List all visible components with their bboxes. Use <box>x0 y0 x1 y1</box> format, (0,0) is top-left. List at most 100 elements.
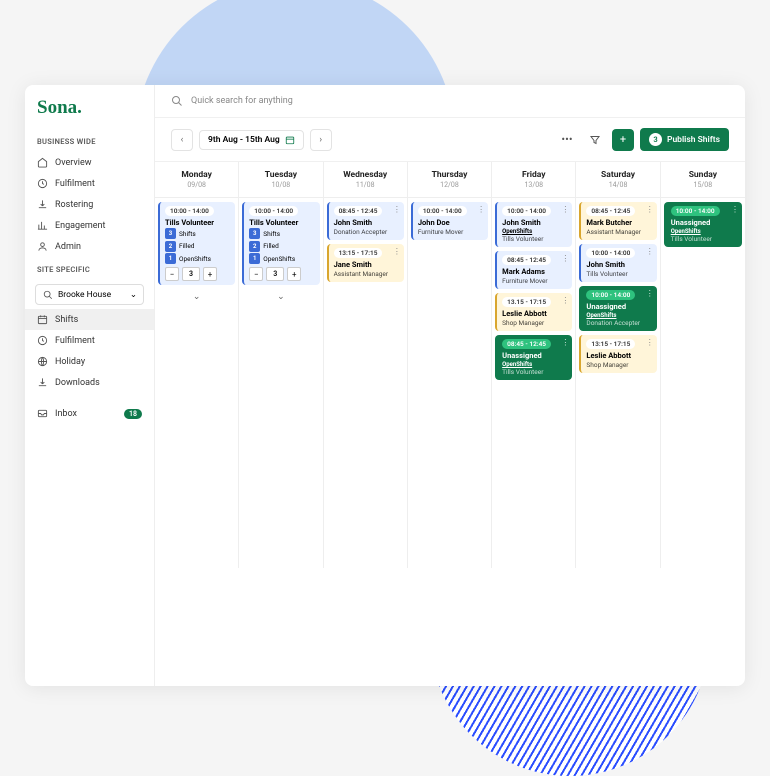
sidebar: Sona. BUSINESS WIDE Overview Fulfilment … <box>25 85 155 686</box>
card-menu-icon[interactable]: ⋮ <box>561 254 569 263</box>
day-name: Saturday <box>580 170 655 180</box>
day-date: 10/08 <box>243 181 318 189</box>
stat-badge: 1 <box>249 253 260 264</box>
stat-badge: 2 <box>249 241 260 252</box>
sidebar-item-label: Inbox <box>55 409 77 419</box>
date-range-label: 9th Aug - 15th Aug <box>208 135 280 145</box>
card-menu-icon[interactable]: ⋮ <box>646 289 654 298</box>
publish-shifts-button[interactable]: 3 Publish Shifts <box>640 128 729 151</box>
sidebar-item-holiday[interactable]: Holiday <box>25 351 154 372</box>
stat-badge: 2 <box>165 241 176 252</box>
openshifts-label: OpenShifts <box>586 312 651 319</box>
expand-button[interactable]: ⌄ <box>242 289 319 305</box>
sidebar-item-admin[interactable]: Admin <box>25 236 154 257</box>
calendar-body: 10:00 - 14:00 Tills Volunteer3Shifts2Fill… <box>155 198 745 568</box>
prev-week-button[interactable]: ‹ <box>171 129 193 151</box>
card-menu-icon[interactable]: ⋮ <box>731 205 739 214</box>
card-title: Mark Adams <box>502 267 567 276</box>
day-column[interactable]: 10:00 - 14:00⋮John DoeFurniture Mover <box>408 198 492 568</box>
card-menu-icon[interactable]: ⋮ <box>561 338 569 347</box>
card-subtitle: Donation Accepter <box>334 228 399 236</box>
card-menu-icon[interactable]: ⋮ <box>393 205 401 214</box>
card-title: Unassigned <box>671 218 737 227</box>
publish-count-badge: 3 <box>649 133 662 146</box>
sidebar-item-fulfilment[interactable]: Fulfilment <box>25 173 154 194</box>
day-header: Saturday14/08 <box>576 162 660 197</box>
time-pill: 10:00 - 14:00 <box>586 290 635 300</box>
shift-card[interactable]: 10:00 - 14:00⋮UnassignedOpenShiftsTills … <box>664 202 742 247</box>
calendar-grid: Monday09/08Tuesday10/08Wednesday11/08Thu… <box>155 162 745 686</box>
card-menu-icon[interactable]: ⋮ <box>646 205 654 214</box>
card-menu-icon[interactable]: ⋮ <box>561 296 569 305</box>
day-date: 14/08 <box>580 181 655 189</box>
stepper-value: 3 <box>182 267 200 281</box>
card-menu-icon[interactable]: ⋮ <box>646 247 654 256</box>
time-pill: 08:45 - 12:45 <box>586 206 635 216</box>
expand-button[interactable]: ⌄ <box>158 289 235 305</box>
shift-card[interactable]: 08:45 - 12:45⋮UnassignedOpenShiftsTills … <box>495 335 572 380</box>
date-range-selector[interactable]: 9th Aug - 15th Aug <box>199 130 304 150</box>
shift-card[interactable]: 10:00 - 14:00 Tills Volunteer3Shifts2Fill… <box>158 202 235 285</box>
filter-button[interactable] <box>584 129 606 151</box>
logo: Sona. <box>25 97 154 129</box>
inbox-count-badge: 18 <box>124 409 142 419</box>
card-menu-icon[interactable]: ⋮ <box>393 247 401 256</box>
day-name: Sunday <box>665 170 741 180</box>
shift-card[interactable]: 10:00 - 14:00⋮John SmithOpenShiftsTills … <box>495 202 572 247</box>
time-pill: 10:00 - 14:00 <box>249 206 298 216</box>
more-button[interactable]: ••• <box>556 129 578 151</box>
sidebar-item-shifts[interactable]: Shifts <box>25 309 154 330</box>
time-pill: 10:00 - 14:00 <box>586 248 635 258</box>
home-icon <box>37 157 48 168</box>
day-column[interactable]: 10:00 - 14:00⋮John SmithOpenShiftsTills … <box>492 198 576 568</box>
shift-card[interactable]: 10:00 - 14:00Tills Volunteer3Shifts2Fill… <box>242 202 319 285</box>
toolbar: ‹ 9th Aug - 15th Aug › ••• + 3 Publish S… <box>155 118 745 162</box>
day-date: 11/08 <box>328 181 403 189</box>
shift-card[interactable]: 10:00 - 14:00⋮John DoeFurniture Mover <box>411 202 488 240</box>
clock-icon <box>37 178 48 189</box>
shift-card[interactable]: 08:45 - 12:45⋮Mark ButcherAssistant Mana… <box>579 202 656 240</box>
sidebar-item-overview[interactable]: Overview <box>25 152 154 173</box>
sidebar-item-engagement[interactable]: Engagement <box>25 215 154 236</box>
time-pill: 10:00 - 14:00 <box>502 206 551 216</box>
calendar-icon <box>37 314 48 325</box>
sidebar-item-rostering[interactable]: Rostering <box>25 194 154 215</box>
card-menu-icon[interactable]: ⋮ <box>561 205 569 214</box>
card-subtitle: Donation Accepter <box>586 319 651 327</box>
card-menu-icon[interactable]: ⋮ <box>477 205 485 214</box>
chart-icon <box>37 220 48 231</box>
stepper-minus[interactable]: − <box>165 267 179 281</box>
time-pill: 10:00 - 14:00 <box>165 206 214 216</box>
chevron-down-icon: ⌄ <box>130 290 137 300</box>
shift-card[interactable]: 10:00 - 14:00⋮UnassignedOpenShiftsDonati… <box>579 286 656 331</box>
shift-card[interactable]: 13:15 - 17:15⋮Jane SmithAssistant Manage… <box>327 244 404 282</box>
day-column[interactable]: 10:00 - 14:00Tills Volunteer3Shifts2Fill… <box>239 198 323 568</box>
next-week-button[interactable]: › <box>310 129 332 151</box>
search-bar[interactable]: Quick search for anything <box>155 85 745 118</box>
stat-label: Shifts <box>179 230 196 238</box>
card-title: Tills Volunteer <box>165 218 230 227</box>
day-header: Tuesday10/08 <box>239 162 323 197</box>
shift-card[interactable]: 08:45 - 12:45⋮Mark AdamsFurniture Mover <box>495 251 572 289</box>
volunteer-stats: 3Shifts2Filled1OpenShifts <box>165 228 230 264</box>
add-shift-button[interactable]: + <box>612 129 634 151</box>
day-column[interactable]: 08:45 - 12:45⋮Mark ButcherAssistant Mana… <box>576 198 660 568</box>
card-menu-icon[interactable]: ⋮ <box>646 338 654 347</box>
day-column[interactable]: 10:00 - 14:00⋮UnassignedOpenShiftsTills … <box>661 198 745 568</box>
sidebar-item-downloads[interactable]: Downloads <box>25 372 154 393</box>
shift-card[interactable]: 13:15 - 17:15⋮Leslie AbbottShop Manager <box>579 335 656 373</box>
stepper-plus[interactable]: + <box>203 267 217 281</box>
day-header: Sunday15/08 <box>661 162 745 197</box>
day-column[interactable]: 10:00 - 14:00 Tills Volunteer3Shifts2Fill… <box>155 198 239 568</box>
stepper-plus[interactable]: + <box>287 267 301 281</box>
site-selector[interactable]: Brooke House ⌄ <box>35 284 144 305</box>
day-column[interactable]: 08:45 - 12:45⋮John SmithDonation Accepte… <box>324 198 408 568</box>
shift-card[interactable]: 10:00 - 14:00⋮John SmithTills Volunteer <box>579 244 656 282</box>
shift-card[interactable]: 13.15 - 17:15⋮Leslie AbbottShop Manager <box>495 293 572 331</box>
day-header: Wednesday11/08 <box>324 162 408 197</box>
card-subtitle: Furniture Mover <box>502 277 567 285</box>
sidebar-item-inbox[interactable]: Inbox 18 <box>25 403 154 424</box>
shift-card[interactable]: 08:45 - 12:45⋮John SmithDonation Accepte… <box>327 202 404 240</box>
stepper-minus[interactable]: − <box>249 267 263 281</box>
sidebar-item-fulfilment2[interactable]: Fulfilment <box>25 330 154 351</box>
